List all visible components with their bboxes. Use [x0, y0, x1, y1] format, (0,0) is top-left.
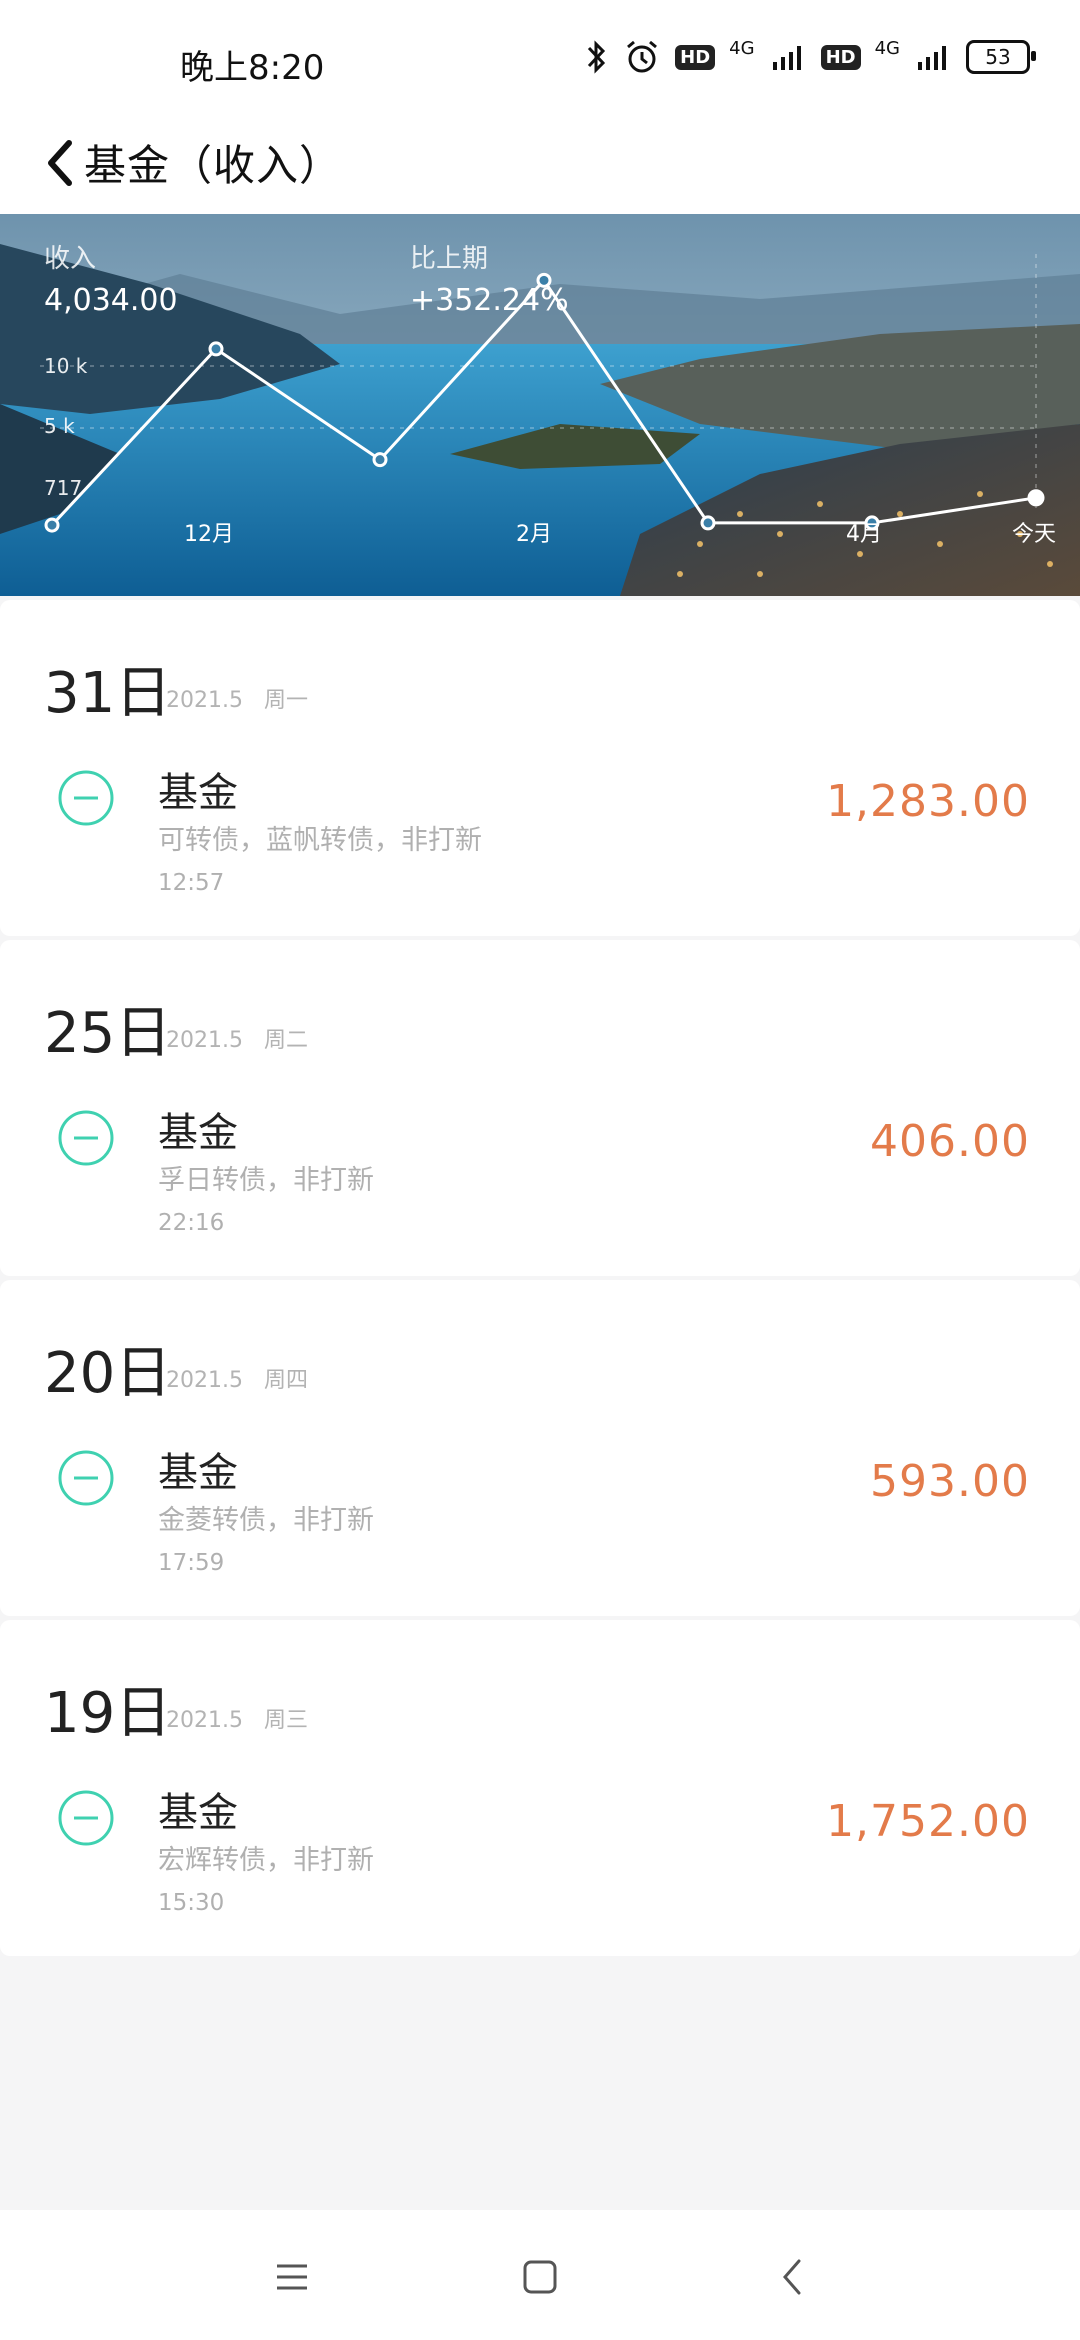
entry-amount: 1,283.00	[826, 776, 1030, 827]
entry-date-meta: 2021.5 周四	[166, 1362, 308, 1394]
x-tick-label: 12月	[184, 522, 234, 547]
back-button[interactable]	[30, 128, 90, 198]
entry-weekday: 周四	[263, 1368, 308, 1393]
entry-card[interactable]: 19日 2021.5 周三 基金 宏辉转债，非打新 15:30 1,752.00	[0, 1620, 1080, 1956]
hd-badge: HD	[675, 44, 716, 70]
x-tick-label: 今天	[1012, 522, 1057, 547]
alarm-icon	[623, 38, 661, 76]
home-button[interactable]	[510, 2252, 570, 2302]
network-type: 4G	[874, 38, 900, 59]
entry-date: 2021.5	[166, 1028, 243, 1053]
entry-weekday: 周一	[263, 688, 308, 713]
page-title: 基金（收入）	[84, 141, 343, 190]
minus-circle-icon	[58, 1450, 114, 1506]
data-point[interactable]	[700, 515, 716, 531]
minus-circle-icon	[58, 1110, 114, 1166]
entry-amount: 1,752.00	[826, 1796, 1030, 1847]
series-line	[50, 277, 1037, 527]
menu-button[interactable]	[262, 2252, 322, 2302]
entry-description: 宏辉转债，非打新	[158, 1845, 374, 1876]
entry-time: 22:16	[158, 1210, 225, 1236]
entry-card[interactable]: 25日 2021.5 周二 基金 孚日转债，非打新 22:16 406.00	[0, 940, 1080, 1276]
data-point[interactable]	[1027, 489, 1045, 507]
battery-icon: 53	[966, 40, 1036, 74]
entry-card[interactable]: 20日 2021.5 周四 基金 金菱转债，非打新 17:59 593.00	[0, 1280, 1080, 1616]
entry-weekday: 周二	[263, 1028, 308, 1053]
entry-description: 孚日转债，非打新	[158, 1165, 374, 1196]
entry-title: 基金	[158, 1450, 238, 1496]
system-back-button[interactable]	[762, 2252, 822, 2302]
entry-card[interactable]: 31日 2021.5 周一 基金 可转债，蓝帆转债，非打新 12:57 1,28…	[0, 600, 1080, 936]
nav-header: 基金（收入）	[0, 110, 1080, 214]
entry-amount: 406.00	[870, 1116, 1030, 1167]
entry-day: 20日	[44, 1341, 172, 1406]
status-time: 晚上8:20	[180, 48, 325, 88]
data-point[interactable]	[536, 272, 552, 288]
entry-day: 25日	[44, 1001, 172, 1066]
menu-icon	[277, 2264, 307, 2290]
x-tick-label: 4月	[846, 522, 882, 547]
chevron-left-icon	[783, 2259, 801, 2295]
entry-title: 基金	[158, 1110, 238, 1156]
entry-time: 15:30	[158, 1890, 225, 1916]
status-bar: 晚上8:20 HD 4G HD 4G 53	[0, 0, 1080, 120]
entry-weekday: 周三	[263, 1708, 308, 1733]
data-point[interactable]	[372, 452, 388, 468]
entry-date-meta: 2021.5 周一	[166, 682, 308, 714]
entry-date: 2021.5	[166, 1708, 243, 1733]
entry-description: 金菱转债，非打新	[158, 1505, 374, 1536]
entry-time: 12:57	[158, 870, 225, 896]
network-type: 4G	[729, 38, 755, 59]
home-square-icon	[523, 2260, 557, 2294]
entry-day: 19日	[44, 1681, 172, 1746]
entry-description: 可转债，蓝帆转债，非打新	[158, 825, 482, 856]
entry-title: 基金	[158, 1790, 238, 1836]
data-point[interactable]	[208, 341, 224, 357]
entry-title: 基金	[158, 770, 238, 816]
entry-date-meta: 2021.5 周二	[166, 1022, 308, 1054]
system-nav-bar	[0, 2210, 1080, 2340]
entry-date: 2021.5	[166, 688, 243, 713]
summary-hero: 收入 4,034.00 比上期 +352.24% 10 k 5 k 717 12…	[0, 214, 1080, 596]
chevron-left-icon	[48, 140, 72, 186]
minus-circle-icon	[58, 1790, 114, 1846]
x-tick-label: 2月	[516, 522, 552, 547]
entry-day: 31日	[44, 661, 172, 726]
minus-circle-icon	[58, 770, 114, 826]
signal-icon	[916, 42, 952, 72]
hd-badge: HD	[820, 44, 861, 70]
entry-date-meta: 2021.5 周三	[166, 1702, 308, 1734]
signal-icon	[771, 42, 807, 72]
entry-date: 2021.5	[166, 1368, 243, 1393]
entry-time: 17:59	[158, 1550, 225, 1576]
bluetooth-icon	[585, 39, 609, 75]
entry-amount: 593.00	[870, 1456, 1030, 1507]
data-point[interactable]	[44, 517, 60, 533]
status-icons: HD 4G HD 4G 53	[585, 38, 1036, 76]
